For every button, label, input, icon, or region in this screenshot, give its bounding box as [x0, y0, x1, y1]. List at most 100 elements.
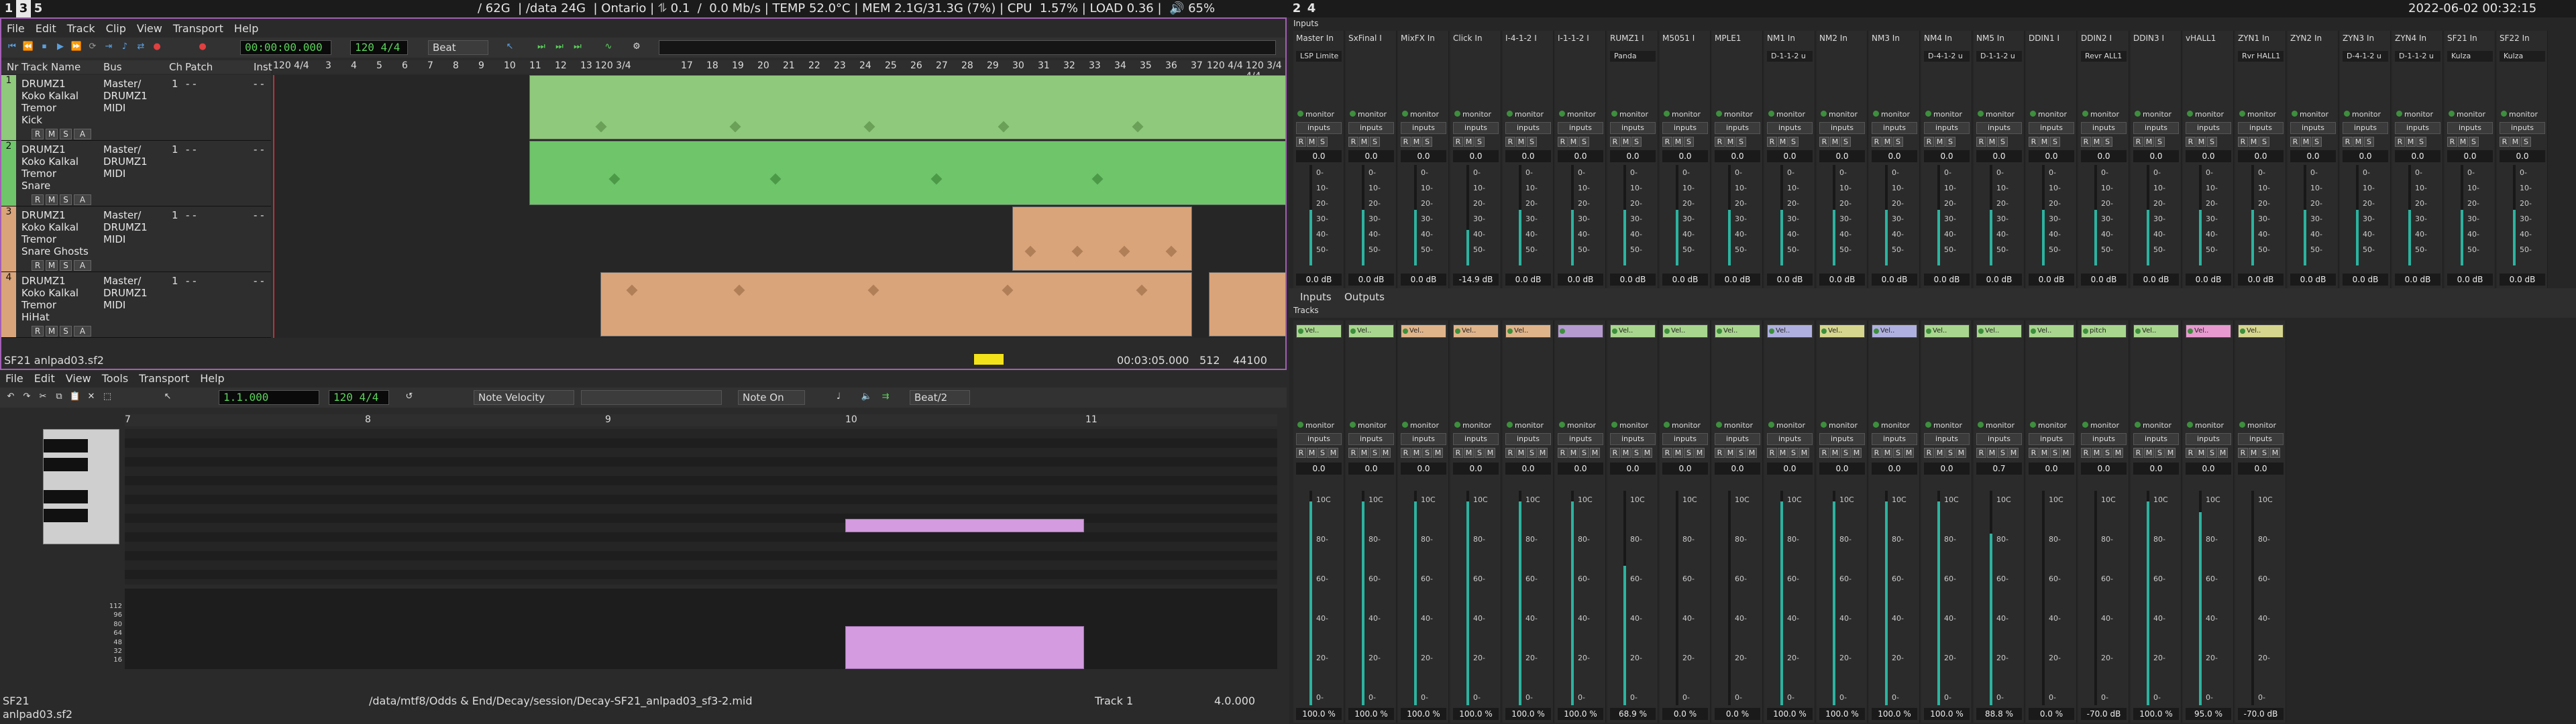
monitor-toggle[interactable]: monitor: [1768, 110, 1805, 119]
gain-value[interactable]: 0.0: [1401, 150, 1446, 162]
monitor-toggle[interactable]: monitor: [1402, 110, 1439, 119]
metronome-icon[interactable]: ♪: [118, 40, 131, 54]
volume-fader[interactable]: [2513, 165, 2516, 265]
gain-value[interactable]: 0.0: [2081, 463, 2127, 475]
monitor-toggle[interactable]: monitor: [2187, 110, 2224, 119]
gain-value[interactable]: 0.0: [1610, 463, 1656, 475]
gain-value[interactable]: 0.0: [1662, 150, 1708, 162]
tempo-display[interactable]: 120 4/4: [329, 390, 389, 405]
inputs-button[interactable]: inputs: [2186, 122, 2231, 134]
track-inst[interactable]: - -: [254, 275, 264, 287]
automation-button[interactable]: A: [74, 260, 91, 271]
volume-fader[interactable]: [2356, 165, 2359, 265]
inputs-button[interactable]: inputs: [1819, 433, 1865, 445]
volume-fader[interactable]: [1885, 491, 1888, 705]
gain-value[interactable]: 0.0: [1505, 150, 1551, 162]
plugin-slot[interactable]: D-4-1-2 u: [2343, 51, 2388, 62]
monitor-toggle[interactable]: monitor: [2187, 421, 2224, 430]
inputs-button[interactable]: inputs: [1401, 122, 1446, 134]
track-row[interactable]: 2 DRUMZ1 Koko Kalkal Tremor Snare Master…: [1, 141, 271, 206]
tab-outputs[interactable]: Outputs: [1344, 291, 1385, 303]
inputs-button[interactable]: inputs: [2395, 122, 2440, 134]
monitor-toggle[interactable]: monitor: [2082, 421, 2119, 430]
pointer-icon[interactable]: ↖: [503, 40, 517, 54]
inputs-button[interactable]: inputs: [1872, 433, 1917, 445]
step-record-icon[interactable]: ⇉: [879, 390, 892, 404]
volume-fader[interactable]: [1728, 491, 1731, 705]
track-bus[interactable]: Master/ DRUMZ1 MIDI: [103, 78, 148, 114]
loop-icon[interactable]: ⟳: [86, 40, 99, 54]
mute-button[interactable]: M: [46, 129, 58, 139]
plugin-slot[interactable]: D-1-1-2 u: [1767, 51, 1813, 62]
time-display[interactable]: 00:00:00.000: [240, 40, 331, 55]
gain-value[interactable]: 0.0: [1558, 150, 1603, 162]
inputs-button[interactable]: inputs: [1453, 433, 1499, 445]
inputs-button[interactable]: inputs: [2081, 433, 2127, 445]
monitor-toggle[interactable]: monitor: [1978, 110, 2015, 119]
gain-value[interactable]: 0.0: [1453, 150, 1499, 162]
gain-value[interactable]: 0.0: [1662, 463, 1708, 475]
gain-value[interactable]: 0.0: [2238, 150, 2284, 162]
inputs-button[interactable]: inputs: [1296, 122, 1342, 134]
gain-value[interactable]: 0.0: [2238, 463, 2284, 475]
gain-value[interactable]: 0.0: [1348, 463, 1394, 475]
rewind-start-icon[interactable]: ⏮: [5, 40, 19, 54]
gain-value[interactable]: 0.0: [2343, 150, 2388, 162]
inputs-button[interactable]: inputs: [1924, 433, 1970, 445]
monitor-toggle[interactable]: monitor: [1821, 110, 1858, 119]
volume-fader[interactable]: [2461, 165, 2463, 265]
volume-fader[interactable]: [2147, 491, 2149, 705]
menu-help[interactable]: Help: [200, 371, 224, 386]
volume-fader[interactable]: [2199, 491, 2202, 705]
menu-transport[interactable]: Transport: [173, 21, 223, 36]
plugin-slot[interactable]: Vel..: [1662, 324, 1708, 338]
volume-fader[interactable]: [1571, 165, 1574, 265]
midi-clip[interactable]: [529, 75, 1285, 139]
monitor-toggle[interactable]: monitor: [2239, 110, 2276, 119]
monitor-toggle[interactable]: monitor: [1297, 421, 1334, 430]
marker-prev-icon[interactable]: ⏭: [535, 40, 548, 54]
automation-button[interactable]: A: [74, 326, 91, 337]
track-channel[interactable]: 1: [172, 78, 178, 90]
controller-value-select[interactable]: [581, 390, 722, 405]
arranger-canvas[interactable]: [273, 75, 1285, 338]
undo-icon[interactable]: ↶: [4, 390, 17, 404]
volume-fader[interactable]: [1990, 491, 1992, 705]
workspace-5[interactable]: 5: [31, 0, 46, 17]
pointer-tool-icon[interactable]: ↖: [161, 390, 174, 404]
volume-fader[interactable]: [1990, 165, 1992, 265]
inputs-button[interactable]: inputs: [1296, 433, 1342, 445]
sync-icon[interactable]: ⇄: [134, 40, 148, 54]
monitor-toggle[interactable]: monitor: [1559, 110, 1596, 119]
track-bus[interactable]: Master/ DRUMZ1 MIDI: [103, 209, 148, 245]
rewind-icon[interactable]: ⏪: [21, 40, 35, 54]
marker-next-icon[interactable]: ⏭: [553, 40, 566, 54]
gain-value[interactable]: 0.0: [1924, 150, 1970, 162]
record-button[interactable]: R: [32, 326, 44, 337]
plugin-slot[interactable]: LSP Limite: [1296, 51, 1342, 62]
volume-fader[interactable]: [1833, 165, 1835, 265]
monitor-toggle[interactable]: monitor: [2501, 110, 2538, 119]
inputs-button[interactable]: inputs: [2029, 122, 2074, 134]
volume-fader[interactable]: [1728, 165, 1731, 265]
monitor-toggle[interactable]: monitor: [1454, 110, 1491, 119]
volume-fader[interactable]: [2094, 491, 2097, 705]
volume-fader[interactable]: [2251, 491, 2254, 705]
gain-value[interactable]: 0.0: [1558, 463, 1603, 475]
punch-icon[interactable]: ⇥: [102, 40, 115, 54]
plugin-slot[interactable]: Vel..: [2238, 324, 2284, 338]
monitor-toggle[interactable]: monitor: [1664, 110, 1701, 119]
monitor-toggle[interactable]: monitor: [1507, 110, 1544, 119]
solo-button[interactable]: S: [60, 194, 72, 205]
track-patch[interactable]: - -: [186, 143, 197, 156]
mute-button[interactable]: M: [46, 194, 58, 205]
gain-value[interactable]: 0.0: [1610, 150, 1656, 162]
gain-value[interactable]: 0.0: [1976, 150, 2022, 162]
gain-value[interactable]: 0.0: [1767, 463, 1813, 475]
copy-icon[interactable]: ⧉: [52, 390, 66, 404]
gain-value[interactable]: 0.0: [1715, 150, 1760, 162]
inputs-button[interactable]: inputs: [1767, 122, 1813, 134]
track-row[interactable]: 4 DRUMZ1 Koko Kalkal Tremor HiHat Master…: [1, 272, 271, 338]
inputs-button[interactable]: inputs: [1401, 433, 1446, 445]
gain-value[interactable]: 0.0: [2395, 150, 2440, 162]
